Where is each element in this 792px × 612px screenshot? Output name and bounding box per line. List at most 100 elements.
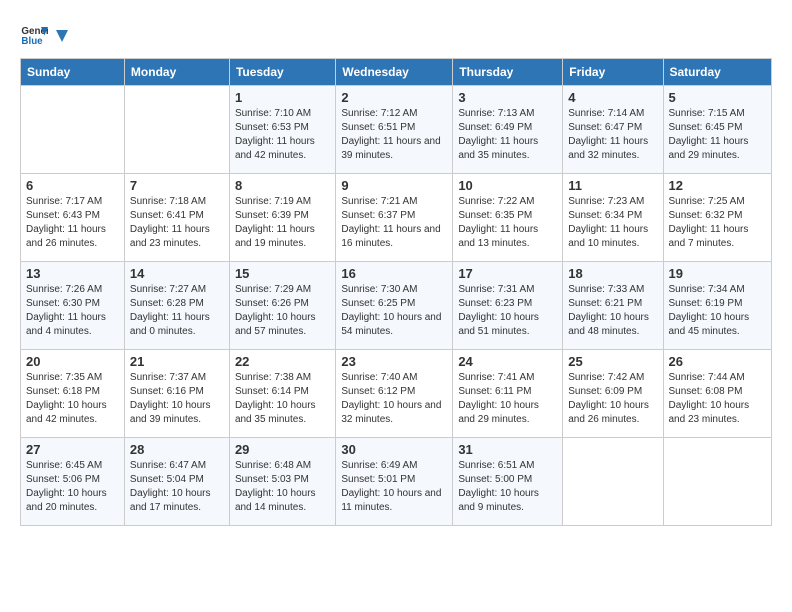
calendar-cell: 20 Sunrise: 7:35 AM Sunset: 6:18 PM Dayli… [21,350,125,438]
day-info: Sunrise: 7:26 AM Sunset: 6:30 PM Dayligh… [26,283,119,339]
day-number: 11 [568,178,657,193]
calendar-cell [21,86,125,174]
calendar-cell: 23 Sunrise: 7:40 AM Sunset: 6:12 PM Dayli… [336,350,453,438]
day-info: Sunrise: 7:14 AM Sunset: 6:47 PM Dayligh… [568,107,657,163]
day-number: 18 [568,266,657,281]
day-info: Sunrise: 7:40 AM Sunset: 6:12 PM Dayligh… [341,371,447,427]
calendar-cell: 31 Sunrise: 6:51 AM Sunset: 5:00 PM Dayli… [453,438,563,526]
day-info: Sunrise: 7:30 AM Sunset: 6:25 PM Dayligh… [341,283,447,339]
day-number: 22 [235,354,330,369]
day-number: 30 [341,442,447,457]
day-info: Sunrise: 7:10 AM Sunset: 6:53 PM Dayligh… [235,107,330,163]
day-number: 26 [669,354,767,369]
calendar-cell: 5 Sunrise: 7:15 AM Sunset: 6:45 PM Daylig… [663,86,772,174]
calendar-cell: 9 Sunrise: 7:21 AM Sunset: 6:37 PM Daylig… [336,174,453,262]
calendar-cell: 17Sunrise: 7:31 AM Sunset: 6:23 PM Dayli… [453,262,563,350]
calendar-cell: 2 Sunrise: 7:12 AM Sunset: 6:51 PM Daylig… [336,86,453,174]
col-header-saturday: Saturday [663,59,772,86]
day-info: Sunrise: 7:21 AM Sunset: 6:37 PM Dayligh… [341,195,447,251]
day-number: 10 [458,178,557,193]
calendar-cell: 6 Sunrise: 7:17 AM Sunset: 6:43 PM Daylig… [21,174,125,262]
calendar-cell: 19 Sunrise: 7:34 AM Sunset: 6:19 PM Dayli… [663,262,772,350]
calendar-cell: 26 Sunrise: 7:44 AM Sunset: 6:08 PM Dayli… [663,350,772,438]
day-number: 14 [130,266,224,281]
day-info: Sunrise: 7:15 AM Sunset: 6:45 PM Dayligh… [669,107,767,163]
day-number: 31 [458,442,557,457]
day-info: Sunrise: 6:47 AM Sunset: 5:04 PM Dayligh… [130,459,224,515]
logo-arrow-icon [52,26,72,46]
day-number: 16 [341,266,447,281]
day-number: 23 [341,354,447,369]
day-number: 27 [26,442,119,457]
day-info: Sunrise: 7:23 AM Sunset: 6:34 PM Dayligh… [568,195,657,251]
calendar-cell: 3Sunrise: 7:13 AM Sunset: 6:49 PM Daylig… [453,86,563,174]
day-info: Sunrise: 7:31 AM Sunset: 6:23 PM Dayligh… [458,283,557,339]
day-info: Sunrise: 7:17 AM Sunset: 6:43 PM Dayligh… [26,195,119,251]
day-info: Sunrise: 7:41 AM Sunset: 6:11 PM Dayligh… [458,371,557,427]
calendar-cell: 8Sunrise: 7:19 AM Sunset: 6:39 PM Daylig… [229,174,335,262]
day-info: Sunrise: 7:35 AM Sunset: 6:18 PM Dayligh… [26,371,119,427]
day-info: Sunrise: 7:19 AM Sunset: 6:39 PM Dayligh… [235,195,330,251]
calendar-cell: 27 Sunrise: 6:45 AM Sunset: 5:06 PM Dayli… [21,438,125,526]
week-row-1: 1 Sunrise: 7:10 AM Sunset: 6:53 PM Daylig… [21,86,772,174]
col-header-friday: Friday [563,59,663,86]
calendar-cell: 21 Sunrise: 7:37 AM Sunset: 6:16 PM Dayli… [124,350,229,438]
calendar-cell: 18 Sunrise: 7:33 AM Sunset: 6:21 PM Dayli… [563,262,663,350]
day-info: Sunrise: 6:49 AM Sunset: 5:01 PM Dayligh… [341,459,447,515]
week-row-2: 6 Sunrise: 7:17 AM Sunset: 6:43 PM Daylig… [21,174,772,262]
calendar-cell: 10Sunrise: 7:22 AM Sunset: 6:35 PM Dayli… [453,174,563,262]
week-row-3: 13 Sunrise: 7:26 AM Sunset: 6:30 PM Dayli… [21,262,772,350]
col-header-wednesday: Wednesday [336,59,453,86]
week-row-4: 20 Sunrise: 7:35 AM Sunset: 6:18 PM Dayli… [21,350,772,438]
calendar-cell [124,86,229,174]
day-number: 29 [235,442,330,457]
calendar-cell: 15 Sunrise: 7:29 AM Sunset: 6:26 PM Dayli… [229,262,335,350]
day-info: Sunrise: 7:18 AM Sunset: 6:41 PM Dayligh… [130,195,224,251]
day-number: 24 [458,354,557,369]
day-number: 19 [669,266,767,281]
day-info: Sunrise: 7:44 AM Sunset: 6:08 PM Dayligh… [669,371,767,427]
day-number: 13 [26,266,119,281]
calendar-cell: 16 Sunrise: 7:30 AM Sunset: 6:25 PM Dayli… [336,262,453,350]
logo-icon: General Blue [20,20,48,48]
day-info: Sunrise: 7:27 AM Sunset: 6:28 PM Dayligh… [130,283,224,339]
calendar-cell: 4Sunrise: 7:14 AM Sunset: 6:47 PM Daylig… [563,86,663,174]
calendar-cell: 7 Sunrise: 7:18 AM Sunset: 6:41 PM Daylig… [124,174,229,262]
day-number: 1 [235,90,330,105]
day-info: Sunrise: 7:29 AM Sunset: 6:26 PM Dayligh… [235,283,330,339]
day-info: Sunrise: 6:51 AM Sunset: 5:00 PM Dayligh… [458,459,557,515]
col-header-sunday: Sunday [21,59,125,86]
day-number: 12 [669,178,767,193]
day-info: Sunrise: 7:34 AM Sunset: 6:19 PM Dayligh… [669,283,767,339]
col-header-tuesday: Tuesday [229,59,335,86]
day-number: 2 [341,90,447,105]
calendar-cell: 14 Sunrise: 7:27 AM Sunset: 6:28 PM Dayli… [124,262,229,350]
day-number: 7 [130,178,224,193]
calendar-cell: 29 Sunrise: 6:48 AM Sunset: 5:03 PM Dayli… [229,438,335,526]
calendar-cell [663,438,772,526]
calendar-cell: 25Sunrise: 7:42 AM Sunset: 6:09 PM Dayli… [563,350,663,438]
day-info: Sunrise: 7:38 AM Sunset: 6:14 PM Dayligh… [235,371,330,427]
day-info: Sunrise: 7:33 AM Sunset: 6:21 PM Dayligh… [568,283,657,339]
day-info: Sunrise: 6:45 AM Sunset: 5:06 PM Dayligh… [26,459,119,515]
calendar-cell: 11 Sunrise: 7:23 AM Sunset: 6:34 PM Dayli… [563,174,663,262]
day-number: 9 [341,178,447,193]
calendar-cell: 1 Sunrise: 7:10 AM Sunset: 6:53 PM Daylig… [229,86,335,174]
calendar-cell [563,438,663,526]
day-info: Sunrise: 7:25 AM Sunset: 6:32 PM Dayligh… [669,195,767,251]
day-info: Sunrise: 6:48 AM Sunset: 5:03 PM Dayligh… [235,459,330,515]
logo: General Blue [20,20,72,48]
day-info: Sunrise: 7:13 AM Sunset: 6:49 PM Dayligh… [458,107,557,163]
day-number: 5 [669,90,767,105]
calendar-cell: 24 Sunrise: 7:41 AM Sunset: 6:11 PM Dayli… [453,350,563,438]
day-number: 15 [235,266,330,281]
calendar-cell: 13 Sunrise: 7:26 AM Sunset: 6:30 PM Dayli… [21,262,125,350]
day-number: 20 [26,354,119,369]
day-number: 6 [26,178,119,193]
calendar-cell: 12 Sunrise: 7:25 AM Sunset: 6:32 PM Dayli… [663,174,772,262]
day-number: 21 [130,354,224,369]
col-header-monday: Monday [124,59,229,86]
day-number: 28 [130,442,224,457]
day-info: Sunrise: 7:37 AM Sunset: 6:16 PM Dayligh… [130,371,224,427]
day-info: Sunrise: 7:12 AM Sunset: 6:51 PM Dayligh… [341,107,447,163]
